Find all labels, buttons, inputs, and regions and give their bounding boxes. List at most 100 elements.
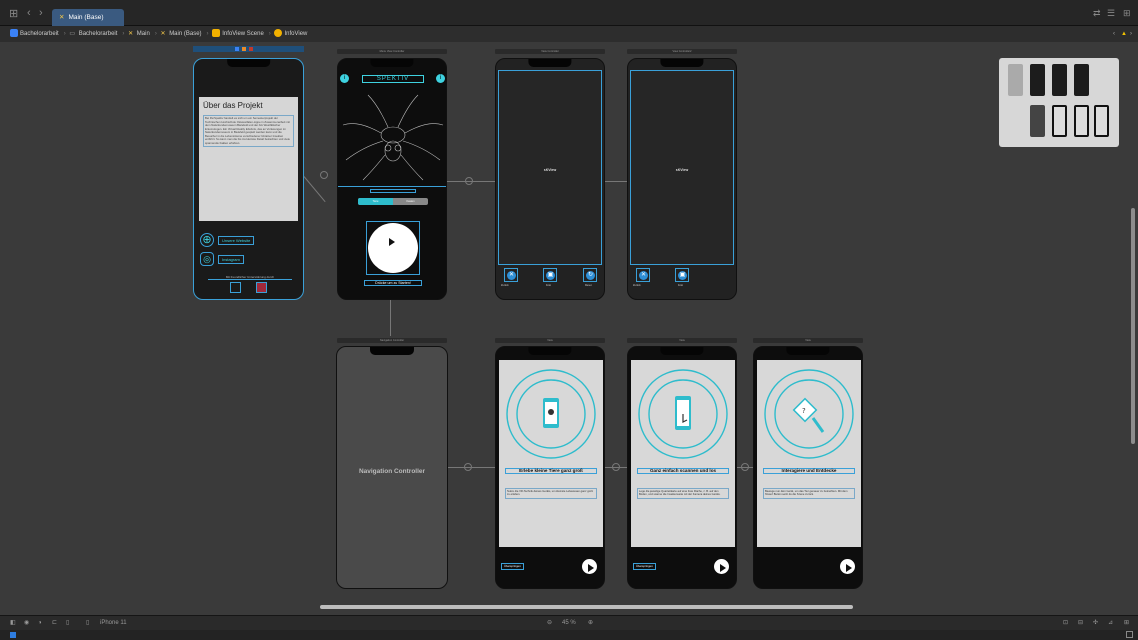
exit-icon[interactable] [249, 47, 253, 51]
sidebar-toggle-icon[interactable]: ◧ [10, 616, 16, 631]
panel-toggle-icon[interactable] [1126, 631, 1133, 638]
horizontal-scrollbar[interactable] [320, 605, 853, 609]
breadcrumb-item[interactable]: InfoView [284, 31, 307, 37]
device-label[interactable]: iPhone 11 [100, 616, 127, 631]
play-button-icon[interactable] [368, 223, 418, 273]
instagram-link[interactable]: Instagram [218, 255, 244, 264]
start-button-frame [366, 221, 420, 275]
play-button-icon[interactable] [840, 559, 855, 574]
warning-icon[interactable]: ▲ [1121, 26, 1127, 42]
start-label[interactable]: Drücke um zu Starten! [364, 280, 422, 286]
first-responder-icon[interactable] [242, 47, 246, 51]
scene-title-view[interactable]: View [753, 338, 863, 343]
onboarding-text: Nutze die VR-Technik deines Geräts, um k… [505, 488, 597, 499]
grid-icon[interactable]: ⊞ [9, 7, 18, 20]
debug-icon[interactable] [10, 632, 16, 638]
info-button-icon[interactable]: i [340, 74, 349, 83]
scene-infoview[interactable]: Über das Projekt Bei PerSpektiv handelt … [193, 58, 304, 300]
view-controller-icon[interactable] [235, 47, 239, 51]
segue-node[interactable] [464, 463, 472, 471]
scene-onboarding-2[interactable]: Ganz einfach scannen und los Lege die je… [627, 346, 737, 589]
back-button[interactable]: ✕ [636, 268, 650, 282]
mode-segmented-control[interactable]: Tiere Kasten [358, 198, 428, 205]
help-button-icon[interactable]: i [436, 74, 445, 83]
update-frames-icon[interactable]: ⊡ [1063, 616, 1068, 631]
camera-icon: ▣ [678, 271, 687, 280]
embed-icon[interactable]: ⊞ [1124, 616, 1129, 631]
editor-tab-bar: ⊞ ‹ › ✕ Main (Base) ⇄ ☰ ⊞ [0, 0, 1138, 26]
minimap[interactable] [999, 58, 1119, 147]
ar-scene-view: sKView [630, 70, 734, 265]
segue-node[interactable] [741, 463, 749, 471]
back-label: Zurück [501, 284, 509, 287]
segment-kasten[interactable]: Kasten [393, 198, 428, 205]
skip-button[interactable]: Überspringen [633, 563, 656, 570]
scene-navigation-controller[interactable]: Navigation Controller [336, 346, 448, 589]
segue-node[interactable] [612, 463, 620, 471]
dark-mode-icon[interactable]: ◑ [38, 616, 42, 631]
scene-title-view-controller-2[interactable]: View Controller2 [627, 49, 737, 54]
play-button-icon[interactable] [714, 559, 729, 574]
vertical-scrollbar[interactable] [1131, 208, 1135, 444]
scene-title-menu[interactable]: Menu View Controller [337, 49, 447, 54]
align-icon[interactable]: ⊟ [1078, 616, 1083, 631]
add-constraints-icon[interactable]: ✣ [1093, 616, 1098, 631]
hint-label [370, 189, 416, 193]
chevron-right-icon[interactable]: › [39, 7, 43, 19]
photo-button[interactable]: ▣ [675, 268, 689, 282]
scene-menu[interactable]: i SPEKTIV i Tiere Kasten Drücke um zu Sta… [337, 58, 447, 300]
segue-node[interactable] [320, 171, 328, 179]
chevron-left-icon[interactable]: ‹ [27, 7, 31, 19]
scene-title-view-controller[interactable]: View Controller [495, 49, 605, 54]
phone-vr-illustration [506, 369, 596, 459]
photo-button[interactable]: ▣ [543, 268, 557, 282]
scene-title-view[interactable]: View [627, 338, 737, 343]
onboarding-card: ? Interagiere und Entdecke Bewege nun de… [757, 360, 861, 547]
chevron-left-icon[interactable]: ‹ [1113, 26, 1115, 42]
segue-arrow[interactable] [390, 300, 391, 336]
website-link[interactable]: Unsere Website [218, 236, 255, 245]
back-button[interactable]: ✕ [504, 268, 518, 282]
breadcrumb-item[interactable]: InfoView Scene [222, 31, 264, 37]
appearance-icon[interactable]: ◉ [24, 616, 29, 631]
storyboard-canvas[interactable]: Über das Projekt Bei PerSpektiv handelt … [0, 42, 1138, 615]
orientation-icon[interactable]: ⊏ [52, 616, 57, 631]
adjust-editor-icon[interactable]: ☰ [1107, 8, 1115, 19]
device-icon[interactable]: ▯ [86, 616, 89, 631]
breadcrumb-item[interactable]: Bachelorarbeit [20, 31, 59, 37]
play-button-icon[interactable] [582, 559, 597, 574]
refresh-icon[interactable]: ⇄ [1093, 8, 1101, 19]
info-body: Bei PerSpektiv handelt es sich um ein Se… [203, 115, 294, 147]
layout-icon[interactable]: ▯ [66, 616, 69, 631]
onboarding-heading: Ganz einfach scannen und los [649, 468, 717, 473]
scene-dock[interactable] [193, 46, 304, 52]
segue-arrow[interactable] [303, 176, 326, 203]
insect-illustration [342, 94, 444, 181]
scene-onboarding-1[interactable]: Erlebe kleine Tiere ganz groß Nutze die … [495, 346, 605, 589]
breadcrumb-item[interactable]: Bachelorarbeit [79, 31, 118, 37]
scene-title-navigation-controller[interactable]: Navigation Controller [337, 338, 447, 343]
skip-button[interactable]: Überspringen [501, 563, 524, 570]
segue-node[interactable] [465, 177, 473, 185]
skview-label: sKView [675, 167, 689, 172]
back-label: Zurück [633, 284, 641, 287]
resolve-issues-icon[interactable]: ⊿ [1108, 616, 1113, 631]
breadcrumb-item[interactable]: Main [137, 31, 150, 37]
storyboard-icon: ✕ [59, 14, 65, 21]
breadcrumb-item[interactable]: Main (Base) [169, 31, 201, 37]
scene-title-view[interactable]: View [495, 338, 605, 343]
add-editor-icon[interactable]: ⊞ [1123, 8, 1131, 19]
zoom-in-icon[interactable]: ⊕ [588, 616, 593, 631]
reset-button[interactable]: ↻ [583, 268, 597, 282]
instagram-icon[interactable]: ◎ [200, 252, 214, 266]
segue-arrow[interactable] [605, 181, 627, 182]
zoom-out-icon[interactable]: ⊖ [547, 616, 552, 631]
tab-main-base[interactable]: ✕ Main (Base) [52, 9, 124, 26]
segment-tiere[interactable]: Tiere [358, 198, 393, 205]
scene-view-controller[interactable]: sKView ✕ Zurück ▣ Foto ↻ Reset [495, 58, 605, 300]
scene-view-controller-2[interactable]: sKView ✕ Zurück ▣ Foto [627, 58, 737, 300]
status-bar [0, 630, 1138, 640]
chevron-right-icon[interactable]: › [1130, 26, 1132, 42]
scene-onboarding-3[interactable]: ? Interagiere und Entdecke Bewege nun de… [753, 346, 863, 589]
globe-icon[interactable]: ⊕ [200, 233, 214, 247]
